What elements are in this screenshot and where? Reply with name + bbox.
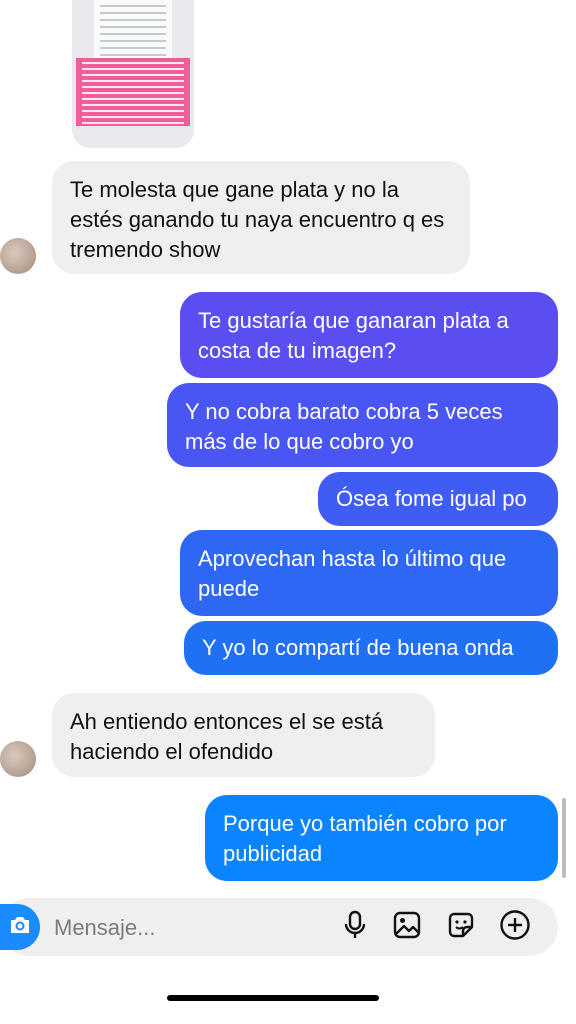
scrollbar[interactable]	[562, 798, 566, 878]
outgoing-message[interactable]: Aprovechan hasta lo último que puede	[180, 530, 558, 616]
document-preview	[94, 0, 172, 58]
sticker-icon	[446, 910, 476, 945]
outgoing-message[interactable]: Y no cobra barato cobra 5 veces más de l…	[167, 383, 558, 467]
camera-icon	[8, 914, 32, 941]
message-composer	[0, 898, 558, 956]
add-button[interactable]	[498, 909, 532, 946]
gallery-icon	[392, 910, 422, 945]
outgoing-message[interactable]: Te gustaría que ganaran plata a costa de…	[180, 292, 558, 378]
chat-screen: Te molesta que gane plata y no la estés …	[0, 0, 576, 1024]
message-input[interactable]	[52, 910, 326, 946]
incoming-message[interactable]: Ah entiendo entonces el se está haciendo…	[52, 693, 435, 777]
highlighted-text-block	[76, 58, 190, 126]
contact-avatar[interactable]	[0, 238, 36, 274]
microphone-button[interactable]	[338, 910, 372, 944]
contact-avatar[interactable]	[0, 741, 36, 777]
home-indicator[interactable]	[167, 995, 379, 1001]
outgoing-message[interactable]: Y yo lo compartí de buena onda	[184, 621, 558, 675]
outgoing-message[interactable]: Ósea fome igual po	[318, 472, 558, 526]
sticker-button[interactable]	[444, 910, 478, 944]
incoming-message[interactable]: Te molesta que gane plata y no la estés …	[52, 161, 470, 274]
microphone-icon	[343, 910, 367, 945]
plus-icon	[499, 909, 531, 946]
shared-image-thumbnail[interactable]	[72, 0, 194, 148]
outgoing-message[interactable]: Porque yo también cobro por publicidad	[205, 795, 558, 881]
camera-button[interactable]	[0, 904, 40, 950]
gallery-button[interactable]	[390, 910, 424, 944]
